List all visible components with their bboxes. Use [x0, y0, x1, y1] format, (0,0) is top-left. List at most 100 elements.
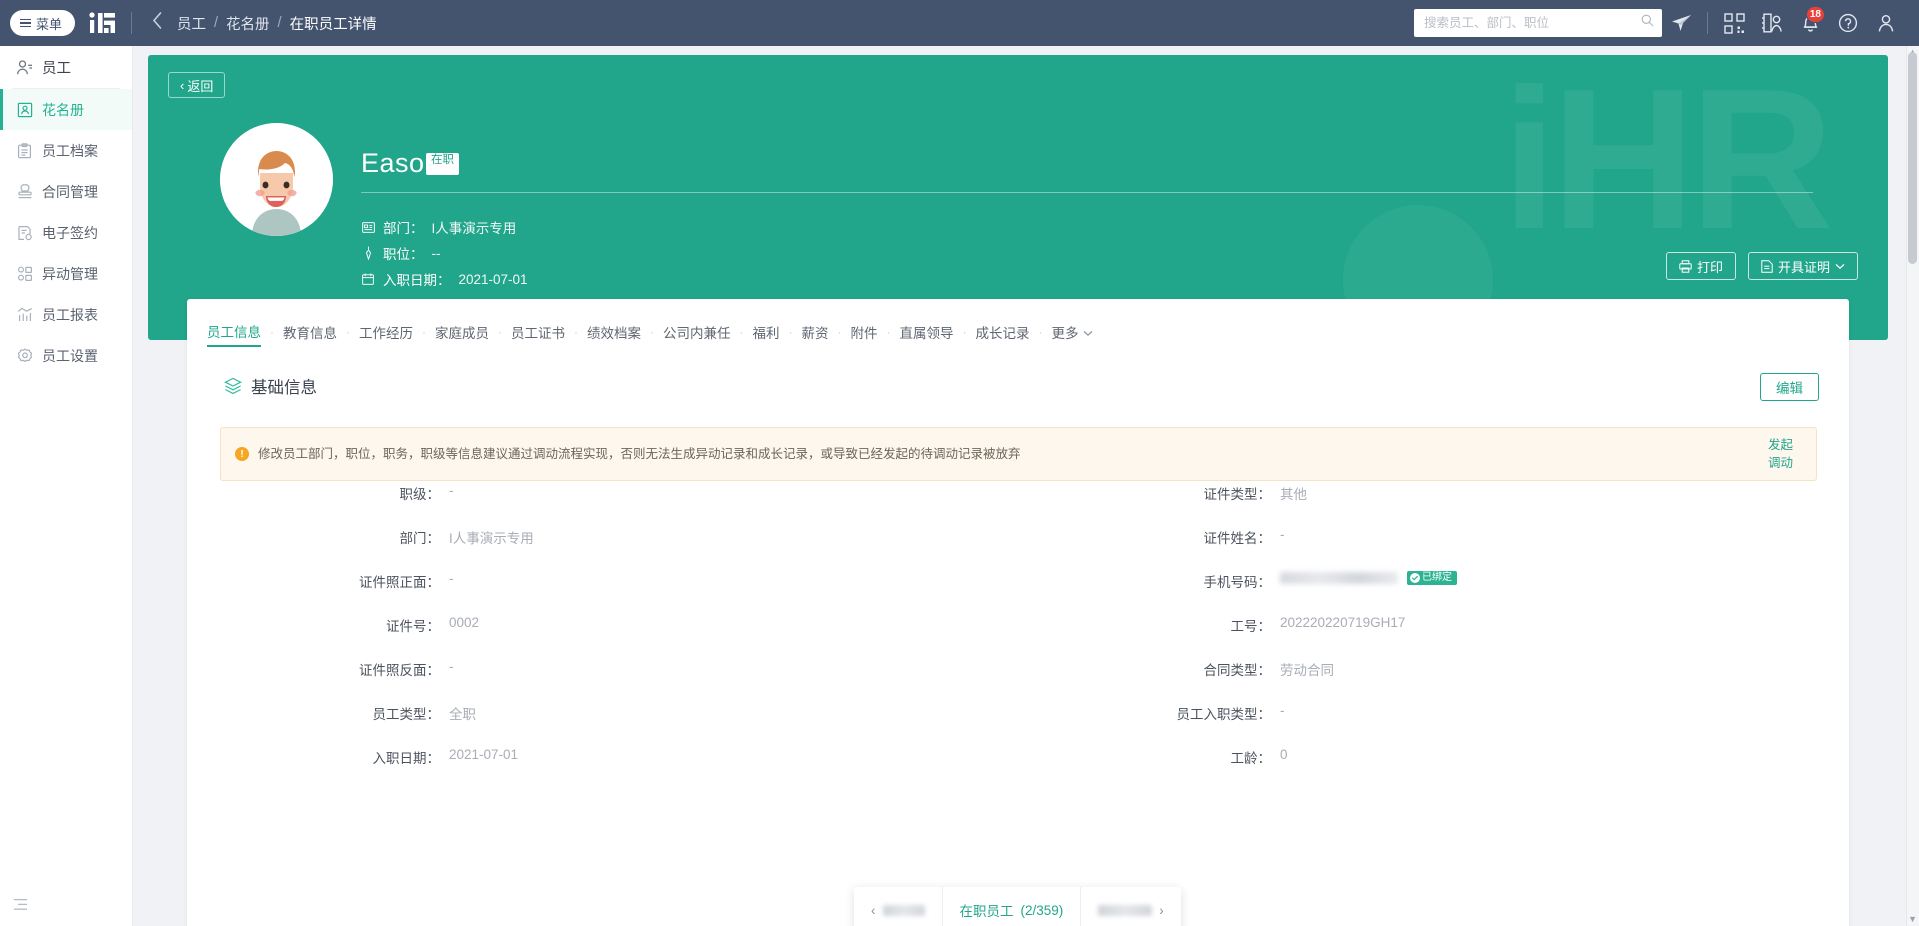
sidebar-item-label: 异动管理 — [42, 264, 98, 284]
tab-certificates[interactable]: 员工证书 — [511, 322, 565, 346]
sidebar-item-transfer[interactable]: 异动管理 — [0, 253, 132, 294]
back-chevron-icon[interactable] — [146, 12, 169, 34]
status-badge: 在职 — [426, 153, 459, 175]
scroll-thumb[interactable] — [1908, 52, 1917, 264]
sidebar-item-contract[interactable]: 合同管理 — [0, 171, 132, 212]
scroll-down-icon[interactable]: ▼ — [1908, 915, 1917, 924]
tab-performance[interactable]: 绩效档案 — [587, 322, 641, 346]
tab-family-members[interactable]: 家庭成员 — [435, 322, 489, 346]
field-label: 证件号： — [187, 615, 449, 635]
sidebar-item-employee-file[interactable]: 员工档案 — [0, 130, 132, 171]
field-phone-number: 手机号码： 已绑定 — [1018, 571, 1849, 615]
field-label: 工龄： — [1018, 747, 1280, 767]
contacts-icon[interactable] — [1753, 0, 1791, 46]
user-icon[interactable] — [1867, 0, 1905, 46]
pager-prev-name — [883, 905, 925, 916]
tab-work-experience[interactable]: 工作经历 — [359, 322, 413, 346]
hero-divider — [361, 192, 1813, 193]
stamp-icon — [16, 183, 33, 200]
tab-salary[interactable]: 薪资 — [802, 322, 829, 346]
tab-concurrent-post[interactable]: 公司内兼任 — [663, 322, 731, 346]
chevron-down-icon — [1835, 263, 1845, 270]
field-label: 工号： — [1018, 615, 1280, 635]
detail-card: 员工信息 · 教育信息 · 工作经历 · 家庭成员 · 员工证书 · 绩效档案 … — [187, 299, 1849, 926]
bell-icon[interactable]: 18 — [1791, 0, 1829, 46]
gear-icon — [16, 347, 33, 364]
chevron-left-icon: ‹ — [871, 903, 876, 918]
notification-badge: 18 — [1806, 6, 1825, 23]
main-content: iHR ‹ 返回 Eason 在职 — [133, 46, 1919, 926]
field-label: 入职日期： — [187, 747, 449, 767]
search-box[interactable] — [1414, 9, 1662, 37]
brand-logo — [87, 11, 121, 35]
tab-sep: · — [346, 325, 350, 343]
breadcrumb: 员工 / 花名册 / 在职员工详情 — [177, 13, 377, 34]
sidebar-header: 员工 — [0, 46, 132, 88]
field-label: 证件类型： — [1018, 483, 1280, 503]
qr-code-icon[interactable] — [1715, 0, 1753, 46]
hero-info-value: I人事演示专用 — [432, 217, 517, 237]
position-icon — [361, 246, 375, 260]
field-job-level: 职级： - — [187, 483, 1018, 527]
edit-button[interactable]: 编辑 — [1760, 373, 1819, 401]
tab-employee-info[interactable]: 员工信息 — [207, 321, 261, 347]
tab-sep: · — [270, 325, 274, 343]
tab-benefits[interactable]: 福利 — [753, 322, 780, 346]
sidebar-item-label: 员工报表 — [42, 305, 98, 325]
tab-more[interactable]: 更多 — [1052, 322, 1093, 346]
hero-actions: 打印 开具证明 — [1666, 252, 1858, 280]
breadcrumb-item-1[interactable]: 花名册 — [226, 13, 270, 34]
sidebar-item-settings[interactable]: 员工设置 — [0, 335, 132, 376]
field-value: 全职 — [449, 703, 476, 723]
sidebar-item-e-sign[interactable]: 电子签约 — [0, 212, 132, 253]
pager-next[interactable]: › — [1080, 887, 1181, 926]
page-scrollbar[interactable]: ▲ ▼ — [1906, 46, 1919, 926]
tab-sep: · — [498, 325, 502, 343]
pager-current-count: (2/359) — [1021, 903, 1064, 918]
issue-certificate-label: 开具证明 — [1778, 257, 1830, 276]
field-value: 劳动合同 — [1280, 659, 1334, 679]
print-button[interactable]: 打印 — [1666, 252, 1736, 280]
sidebar-collapse-icon[interactable] — [13, 898, 28, 916]
back-button[interactable]: ‹ 返回 — [168, 72, 225, 98]
phone-bound-label: 已绑定 — [1422, 573, 1452, 583]
breadcrumb-item-2: 在职员工详情 — [290, 13, 377, 34]
tab-sep: · — [422, 325, 426, 343]
sidebar-item-report[interactable]: 员工报表 — [0, 294, 132, 335]
tab-attachments[interactable]: 附件 — [851, 322, 878, 346]
sidebar-item-label: 员工设置 — [42, 346, 98, 366]
pager-current-label: 在职员工 — [960, 900, 1014, 920]
help-icon[interactable] — [1829, 0, 1867, 46]
field-employee-type: 员工类型： 全职 — [187, 703, 1018, 747]
initiate-transfer-link[interactable]: 发起调动 — [1768, 436, 1802, 472]
field-id-type: 证件类型： 其他 — [1018, 483, 1849, 527]
pager-current[interactable]: 在职员工 (2/359) — [942, 887, 1081, 926]
back-button-label: 返回 — [187, 76, 213, 95]
search-icon[interactable] — [1641, 14, 1654, 32]
tab-direct-manager[interactable]: 直属领导 — [900, 322, 954, 346]
tab-sep: · — [650, 325, 654, 343]
breadcrumb-item-0[interactable]: 员工 — [177, 13, 206, 34]
field-value: 202220220719GH17 — [1280, 615, 1405, 630]
pager-prev[interactable]: ‹ — [854, 887, 942, 926]
hero-info-label: 职位： — [383, 243, 424, 263]
printer-icon — [1679, 260, 1692, 273]
topbar-actions: 18 — [1414, 0, 1919, 46]
employee-icon — [16, 59, 33, 76]
field-label: 证件照反面： — [187, 659, 449, 679]
tab-sep: · — [1039, 325, 1043, 343]
field-value: - — [449, 483, 454, 498]
search-input[interactable] — [1424, 16, 1641, 30]
tab-education-info[interactable]: 教育信息 — [283, 322, 337, 346]
tab-sep: · — [740, 325, 744, 343]
issue-certificate-button[interactable]: 开具证明 — [1748, 252, 1858, 280]
hero-info-department: 部门： I人事演示专用 — [361, 217, 516, 237]
sidebar-item-roster[interactable]: 花名册 — [0, 89, 132, 130]
section-title: 基础信息 — [251, 374, 317, 398]
tab-growth-records[interactable]: 成长记录 — [976, 322, 1030, 346]
menu-button[interactable]: 菜单 — [10, 10, 75, 36]
warning-text: 修改员工部门，职位，职务，职级等信息建议通过调动流程实现，否则无法生成异动记录和… — [258, 445, 1021, 464]
paper-plane-icon[interactable] — [1662, 0, 1700, 46]
menu-button-label: 菜单 — [36, 14, 62, 33]
field-id-number: 证件号： 0002 — [187, 615, 1018, 659]
